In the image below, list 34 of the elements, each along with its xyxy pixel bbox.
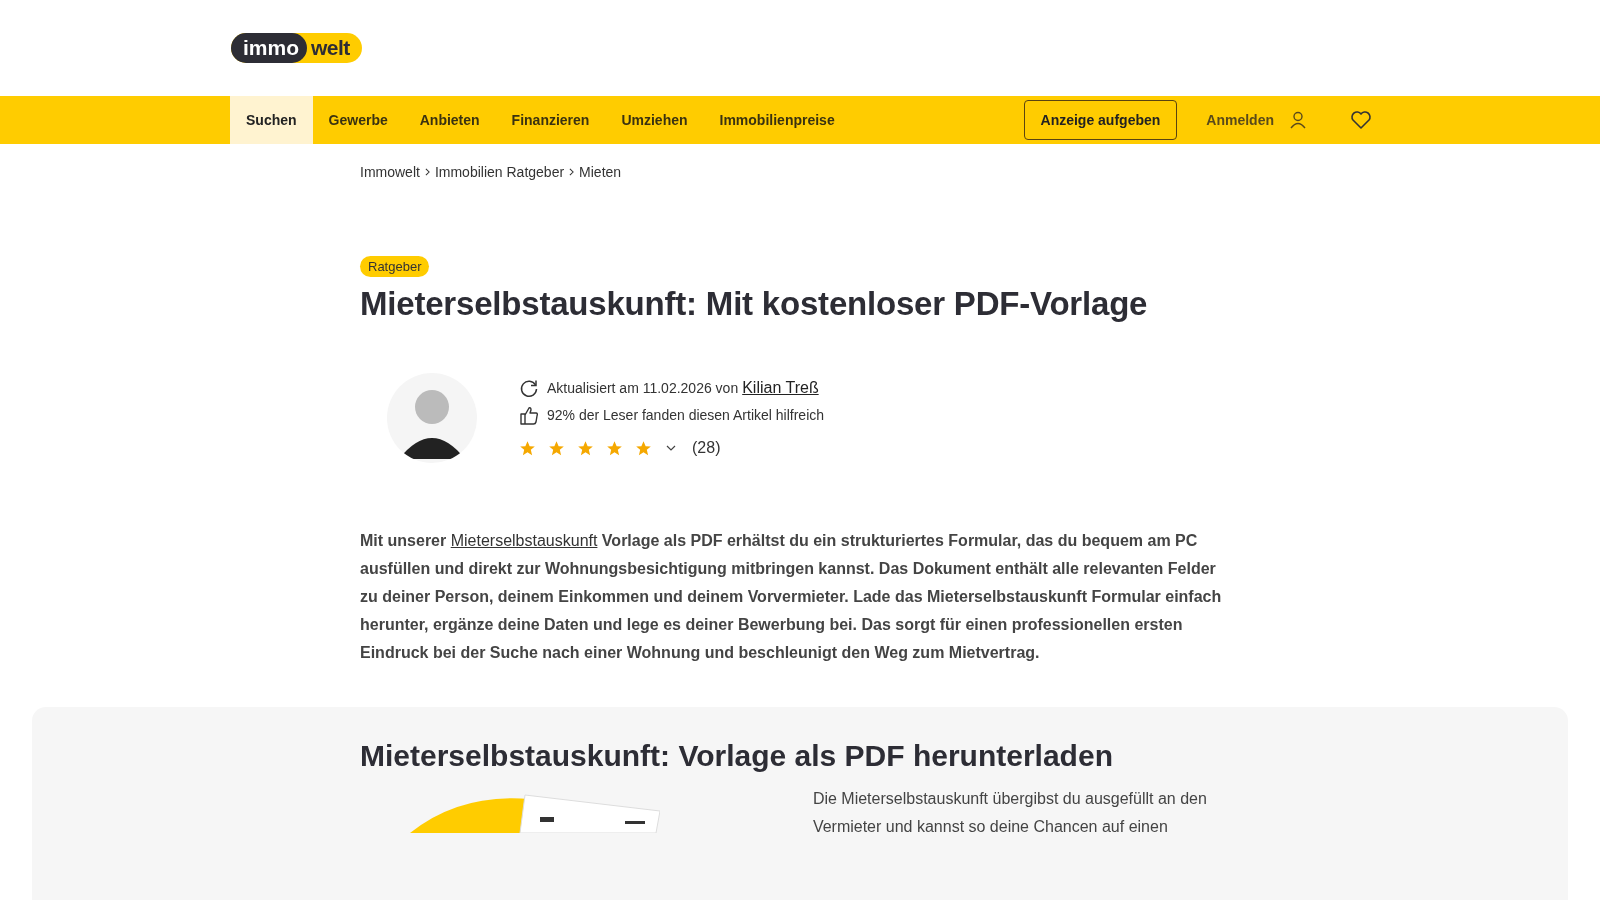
star-icon[interactable] [635,439,652,457]
chevron-icon [569,168,575,176]
nav-tab[interactable]: Gewerbe [312,96,404,144]
nav-tab[interactable]: Suchen [230,96,313,144]
refresh-icon [519,378,539,398]
star-icon[interactable] [519,439,536,457]
logo[interactable]: immo welt [231,33,362,63]
section-text: Die Mieterselbstauskunft übergibst du ausgefüllt an den Vermieter und kannst so deine Chancen auf einen [812,789,1208,837]
article-link[interactable]: Mieterselbstauskunft [450,532,598,549]
star-icon[interactable] [577,439,594,457]
article-title: Mieterselbstauskunft: Mit kostenloser PDF-Vorlage [360,285,1149,323]
star-icon[interactable] [606,439,623,457]
update-text: Aktualisiert am 11.02.2026 von [547,380,739,396]
post-ad-button[interactable]: Anzeige aufgeben [1023,100,1178,140]
helpful-text: 92% der Leser fanden diesen Artikel hilfreich [547,407,825,423]
star-icon[interactable] [548,439,565,457]
intro-paragraph: Mit unserer Mieterselbstauskunft Vorlage als PDF erhältst du ein strukturiertes Formular, das du bequem am PC ausfüllen und direkt zur Wohnungsbesichtigung mitbringen kannst. Das Dokument enthält alle relevanten Felder zu deiner Person, deinem Einkommen und deinem Vorvermieter. Lade das Mieterselbstauskunft Formular einfach herunter, ergänze deine Daten und lege es deiner Bewerbung bei. Das sorgt für einen professionellen ersten Eindruck bei der Suche nach einer Wohnung und beschleunigt den Weg zum Mietvertrag. [360,531,1223,663]
section-heading: Mieterselbstauskunft: Vorlage als PDF herunterladen [360,739,1114,773]
heart-icon[interactable] [1350,110,1372,130]
chevron-icon [424,168,430,176]
nav-tab[interactable]: Umziehen [605,96,704,144]
breadcrumb-link[interactable]: Immobilien Ratgeber [434,164,565,180]
login-link[interactable]: Anmelden [1206,112,1274,128]
category-tag: Ratgeber [360,256,430,277]
nav-tab[interactable]: Immobilienpreise [703,96,851,144]
nav-tab[interactable]: Finanzieren [495,96,606,144]
breadcrumb-link[interactable]: Immowelt [360,164,420,180]
rating-count: (28) [692,439,721,457]
breadcrumb-link[interactable]: Mieten [579,164,622,180]
chevron-down-icon[interactable] [666,445,676,451]
author-link[interactable]: Kilian Treß [742,379,819,397]
thumbs-up-icon [519,405,539,425]
nav-tab[interactable]: Anbieten [403,96,496,144]
user-icon[interactable] [1288,110,1308,130]
